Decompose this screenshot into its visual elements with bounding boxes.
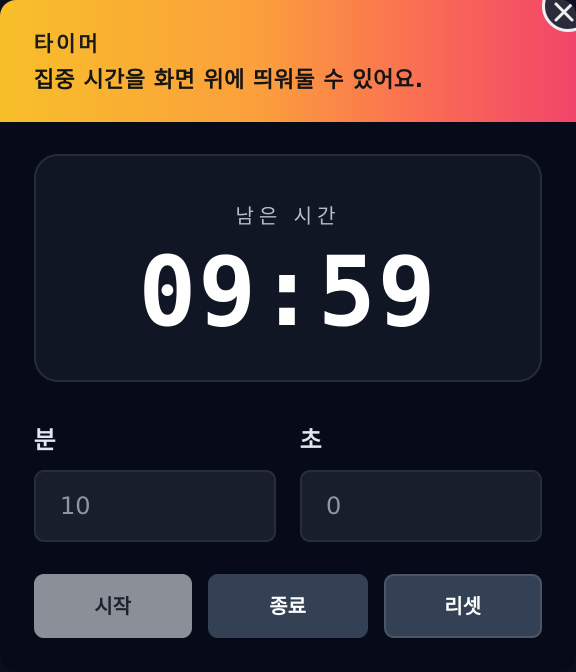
header-title: 타이머 [34, 32, 101, 56]
minutes-input[interactable] [34, 470, 276, 542]
minutes-label: 분 [34, 426, 57, 454]
stop-button[interactable]: 종료 [208, 574, 368, 638]
remaining-time-value: 09:59 [138, 236, 438, 348]
seconds-label: 초 [300, 426, 323, 454]
start-button[interactable]: 시작 [34, 574, 192, 638]
close-icon [554, 2, 574, 22]
timer-window: 타이머 집중 시간을 화면 위에 띄워둘 수 있어요. 남은 시간 09:59 … [0, 0, 576, 672]
timer-display-card: 남은 시간 09:59 [34, 154, 542, 382]
header-subtitle: 집중 시간을 화면 위에 띄워둘 수 있어요. [34, 68, 424, 93]
reset-button[interactable]: 리셋 [384, 574, 542, 638]
remaining-time-label: 남은 시간 [235, 204, 341, 228]
seconds-input[interactable] [300, 470, 542, 542]
header-banner: 타이머 집중 시간을 화면 위에 띄워둘 수 있어요. [0, 0, 576, 122]
